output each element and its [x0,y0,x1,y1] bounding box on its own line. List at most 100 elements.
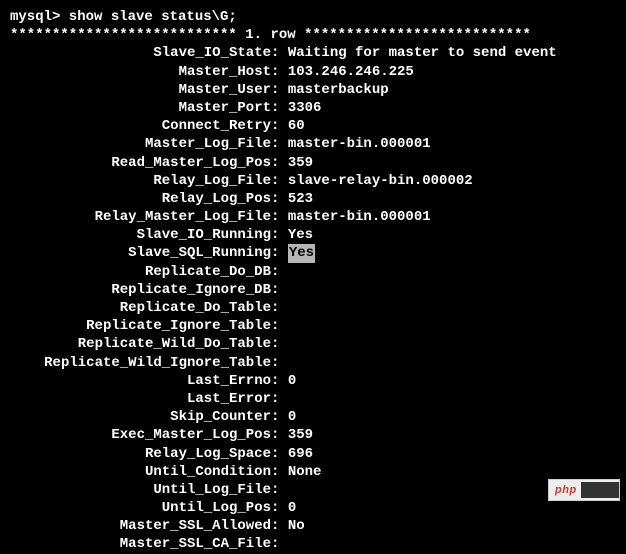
status-value: master-bin.000001 [288,208,431,226]
status-row: Until_Condition: None [10,463,616,481]
status-key: Exec_Master_Log_Pos [10,426,271,444]
status-key: Last_Error [10,390,271,408]
status-row: Until_Log_Pos: 0 [10,499,616,517]
status-row: Last_Error: [10,390,616,408]
status-value: 60 [288,117,305,135]
status-key: Until_Log_File [10,481,271,499]
separator: : [271,426,288,444]
separator: : [271,372,288,390]
separator: : [271,99,288,117]
separator: : [271,244,288,262]
status-row: Relay_Log_Pos: 523 [10,190,616,208]
status-row: Replicate_Do_DB: [10,263,616,281]
status-value: 523 [288,190,313,208]
status-value: masterbackup [288,81,389,99]
separator: : [271,63,288,81]
status-row: Skip_Counter: 0 [10,408,616,426]
separator: : [271,208,288,226]
separator: : [271,535,288,553]
watermark-dark [581,482,619,498]
status-value: No [288,517,305,535]
status-row: Master_SSL_Allowed: No [10,517,616,535]
status-value: Yes [288,226,313,244]
status-rows: Slave_IO_State: Waiting for master to se… [10,44,616,553]
separator: : [271,281,288,299]
separator: : [271,226,288,244]
status-key: Master_User [10,81,271,99]
status-value: None [288,463,322,481]
status-row: Master_Port: 3306 [10,99,616,117]
separator: : [271,81,288,99]
status-key: Relay_Log_Pos [10,190,271,208]
status-value: 103.246.246.225 [288,63,414,81]
status-key: Master_SSL_CA_File [10,535,271,553]
status-row: Slave_IO_State: Waiting for master to se… [10,44,616,62]
status-key: Read_Master_Log_Pos [10,154,271,172]
status-value: 696 [288,445,313,463]
status-key: Master_SSL_Allowed [10,517,271,535]
command-prompt: mysql> show slave status\G; [10,8,616,26]
status-row: Exec_Master_Log_Pos: 359 [10,426,616,444]
status-row: Master_User: masterbackup [10,81,616,99]
status-value: 359 [288,426,313,444]
status-key: Replicate_Do_Table [10,299,271,317]
separator: : [271,135,288,153]
status-key: Slave_SQL_Running [10,244,271,262]
separator: : [271,190,288,208]
separator: : [271,517,288,535]
separator: : [271,499,288,517]
status-row: Replicate_Wild_Do_Table: [10,335,616,353]
status-key: Until_Condition [10,463,271,481]
status-row: Master_Host: 103.246.246.225 [10,63,616,81]
status-key: Last_Errno [10,372,271,390]
status-row: Relay_Log_File: slave-relay-bin.000002 [10,172,616,190]
status-row: Until_Log_File: [10,481,616,499]
status-row: Relay_Log_Space: 696 [10,445,616,463]
status-key: Slave_IO_State [10,44,271,62]
separator: : [271,263,288,281]
status-key: Connect_Retry [10,117,271,135]
status-row: Master_Log_File: master-bin.000001 [10,135,616,153]
status-row: Slave_SQL_Running: Yes [10,244,616,262]
status-value: Waiting for master to send event [288,44,557,62]
status-value: 0 [288,372,296,390]
status-key: Master_Port [10,99,271,117]
separator: : [271,354,288,372]
status-value: 3306 [288,99,322,117]
separator: : [271,317,288,335]
separator: : [271,390,288,408]
status-key: Replicate_Ignore_DB [10,281,271,299]
status-key: Slave_IO_Running [10,226,271,244]
separator: : [271,154,288,172]
status-key: Relay_Log_File [10,172,271,190]
status-key: Master_Host [10,63,271,81]
separator: : [271,44,288,62]
separator: : [271,408,288,426]
status-key: Replicate_Do_DB [10,263,271,281]
status-value: master-bin.000001 [288,135,431,153]
status-key: Replicate_Ignore_Table [10,317,271,335]
row-header: *************************** 1. row *****… [10,26,616,44]
status-row: Replicate_Do_Table: [10,299,616,317]
status-value: Yes [288,244,315,262]
status-row: Replicate_Ignore_Table: [10,317,616,335]
watermark-text: php [555,483,577,497]
separator: : [271,445,288,463]
status-value: 0 [288,408,296,426]
status-row: Master_SSL_CA_File: [10,535,616,553]
status-value: 0 [288,499,296,517]
separator: : [271,172,288,190]
watermark-badge: php [548,479,620,501]
status-key: Until_Log_Pos [10,499,271,517]
status-row: Slave_IO_Running: Yes [10,226,616,244]
status-value: 359 [288,154,313,172]
status-row: Replicate_Ignore_DB: [10,281,616,299]
status-row: Last_Errno: 0 [10,372,616,390]
separator: : [271,481,288,499]
status-key: Master_Log_File [10,135,271,153]
status-key: Replicate_Wild_Do_Table [10,335,271,353]
status-key: Relay_Log_Space [10,445,271,463]
status-value: slave-relay-bin.000002 [288,172,473,190]
separator: : [271,335,288,353]
status-key: Skip_Counter [10,408,271,426]
